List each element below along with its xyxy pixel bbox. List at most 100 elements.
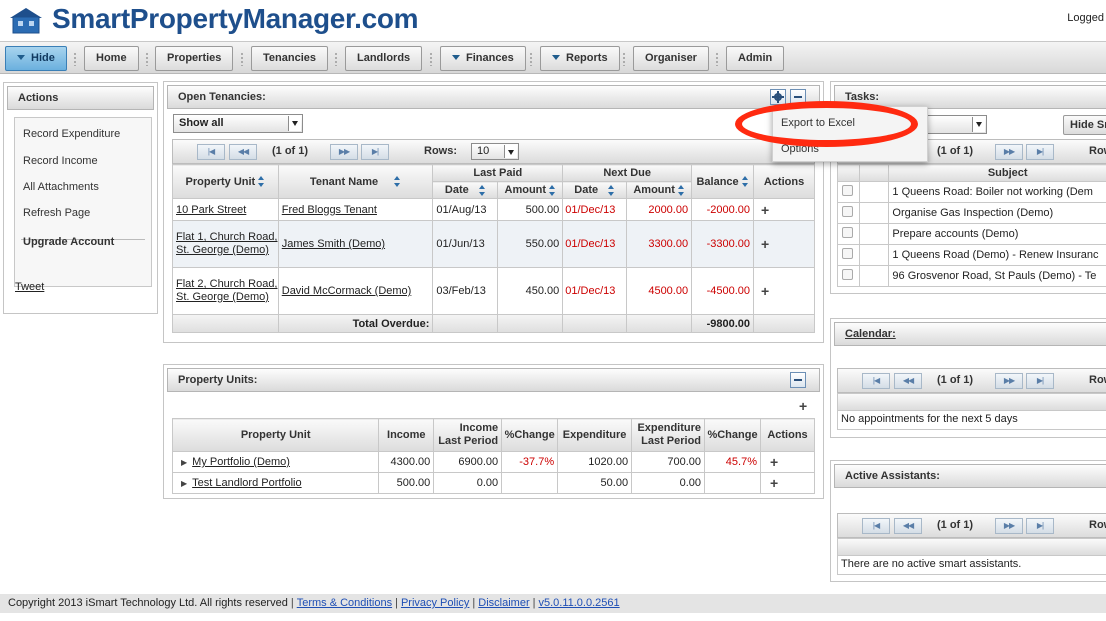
header-label: Date [444, 184, 469, 196]
actions-list: Record Expenditure Record Income All Att… [14, 117, 152, 287]
header-label: Date [574, 184, 599, 196]
privacy-link[interactable]: Privacy Policy [401, 597, 469, 609]
income: 4300.00 [378, 451, 435, 473]
income-last: 6900.00 [433, 451, 503, 473]
rows-label: Rows: [424, 145, 457, 157]
col-balance[interactable]: Balance [691, 164, 755, 199]
dropdown-arrow-icon [972, 117, 985, 132]
last-page-icon[interactable]: ▶| [1026, 373, 1054, 389]
col-due-date[interactable]: Date [562, 181, 628, 199]
last-page-icon[interactable]: ▶| [361, 144, 389, 160]
task-checkbox[interactable] [842, 248, 853, 259]
last-page-icon[interactable]: ▶| [1026, 144, 1054, 160]
add-action-icon[interactable]: + [770, 475, 778, 491]
tweet-link[interactable]: Tweet [15, 281, 44, 293]
calendar-header-row [837, 393, 1106, 411]
disclaimer-link[interactable]: Disclaimer [478, 597, 529, 609]
next-page-icon[interactable]: ▶▶ [995, 144, 1023, 160]
nav-finances-button[interactable]: Finances [440, 46, 526, 71]
terms-link[interactable]: Terms & Conditions [297, 597, 392, 609]
task-checkbox[interactable] [842, 185, 853, 196]
nav-home-button[interactable]: Home [84, 46, 139, 71]
collapse-tenancies-button[interactable] [790, 89, 806, 105]
col-change2: %Change [704, 418, 761, 452]
export-to-excel-item[interactable]: Export to Excel [781, 117, 855, 129]
calendar-title-link[interactable]: Calendar: [834, 322, 1106, 346]
paid-date: 01/Jun/13 [432, 220, 499, 268]
first-page-icon[interactable]: |◀ [862, 373, 890, 389]
add-action-icon[interactable]: + [761, 202, 769, 218]
first-page-icon[interactable]: |◀ [862, 518, 890, 534]
next-page-icon[interactable]: ▶▶ [995, 373, 1023, 389]
task-subject[interactable]: Organise Gas Inspection (Demo) [888, 202, 1106, 224]
calendar-panel: Calendar: |◀ ◀◀ (1 of 1) ▶▶ ▶| Row No ap… [830, 318, 1106, 438]
filter-value: Show all [179, 117, 224, 129]
nav-admin-button[interactable]: Admin [726, 46, 785, 71]
property-unit-link[interactable]: Flat 2, Church Road, St. George (Demo) [176, 278, 278, 303]
prev-page-icon[interactable]: ◀◀ [894, 518, 922, 534]
add-action-icon[interactable]: + [761, 236, 769, 252]
tenant-name-link[interactable]: Fred Bloggs Tenant [282, 204, 377, 216]
record-expenditure-link[interactable]: Record Expenditure [23, 128, 120, 140]
task-subject[interactable]: 1 Queens Road (Demo) - Renew Insuranc [888, 244, 1106, 266]
calendar-pager: |◀ ◀◀ (1 of 1) ▶▶ ▶| Row [837, 368, 1106, 393]
table-row: 10 Park Street Fred Bloggs Tenant 01/Aug… [172, 198, 815, 221]
expand-triangle-icon[interactable]: ▶ [181, 458, 187, 467]
prev-page-icon[interactable]: ◀◀ [229, 144, 257, 160]
task-checkbox[interactable] [842, 269, 853, 280]
add-action-icon[interactable]: + [770, 454, 778, 470]
first-page-icon[interactable]: |◀ [197, 144, 225, 160]
tenant-name-link[interactable]: David McCormack (Demo) [282, 285, 412, 297]
col-subject: Subject [888, 164, 1106, 182]
property-unit-link[interactable]: 10 Park Street [176, 204, 246, 216]
task-subject[interactable]: 1 Queens Road: Boiler not working (Dem [888, 181, 1106, 203]
col-unit: Property Unit [171, 418, 380, 452]
refresh-page-link[interactable]: Refresh Page [23, 207, 90, 219]
balance: -4500.00 [691, 267, 755, 315]
paid-amount: 450.00 [497, 267, 564, 315]
table-row: Flat 2, Church Road, St. George (Demo) D… [172, 267, 815, 315]
record-income-link[interactable]: Record Income [23, 155, 98, 167]
prev-page-icon[interactable]: ◀◀ [894, 373, 922, 389]
table-row: Prepare accounts (Demo) [837, 223, 1106, 245]
next-page-icon[interactable]: ▶▶ [330, 144, 358, 160]
nav-organiser-button[interactable]: Organiser [633, 46, 709, 71]
hide-menu-button[interactable]: Hide [5, 46, 67, 71]
tasks-filter-select[interactable] [925, 115, 987, 134]
caret-down-icon [17, 54, 25, 60]
portfolio-link[interactable]: Test Landlord Portfolio [192, 477, 301, 489]
property-unit-link[interactable]: Flat 1, Church Road, St. George (Demo) [176, 231, 278, 256]
col-paid-date[interactable]: Date [432, 181, 499, 199]
last-page-icon[interactable]: ▶| [1026, 518, 1054, 534]
add-action-icon[interactable]: + [761, 283, 769, 299]
task-checkbox[interactable] [842, 206, 853, 217]
task-checkbox[interactable] [842, 227, 853, 238]
expand-triangle-icon[interactable]: ▶ [181, 479, 187, 488]
task-subject[interactable]: 96 Grosvenor Road, St Pauls (Demo) - Te [888, 265, 1106, 287]
rows-per-page-select[interactable]: 10 [471, 143, 519, 160]
task-subject[interactable]: Prepare accounts (Demo) [888, 223, 1106, 245]
portfolio-link[interactable]: My Portfolio (Demo) [192, 456, 290, 468]
options-item[interactable]: Options [781, 143, 819, 155]
col-paid-amount[interactable]: Amount [497, 181, 564, 199]
all-attachments-link[interactable]: All Attachments [23, 181, 99, 193]
upgrade-account-link[interactable]: Upgrade Account [23, 236, 114, 248]
hide-smart-button[interactable]: Hide Sm [1063, 115, 1106, 135]
app-title[interactable]: SmartPropertyManager.com [52, 3, 419, 35]
nav-reports-button[interactable]: Reports [540, 46, 620, 71]
col-property-unit[interactable]: Property Unit [172, 164, 279, 199]
add-property-unit-icon[interactable]: + [799, 398, 807, 414]
sort-icon [741, 176, 749, 188]
header-label: Property Unit [185, 175, 256, 188]
version-link[interactable]: v5.0.11.0.0.2561 [538, 597, 619, 609]
col-tenant-name[interactable]: Tenant Name [277, 164, 434, 199]
nav-properties-button[interactable]: Properties [155, 46, 234, 71]
tenancy-filter-select[interactable]: Show all [173, 114, 303, 133]
tenant-name-link[interactable]: James Smith (Demo) [282, 238, 385, 250]
col-due-amount[interactable]: Amount [626, 181, 693, 199]
nav-tenancies-button[interactable]: Tenancies [251, 46, 328, 71]
collapse-property-units-button[interactable] [790, 372, 806, 388]
next-page-icon[interactable]: ▶▶ [995, 518, 1023, 534]
settings-gear-button[interactable] [770, 89, 786, 105]
nav-landlords-button[interactable]: Landlords [345, 46, 423, 71]
